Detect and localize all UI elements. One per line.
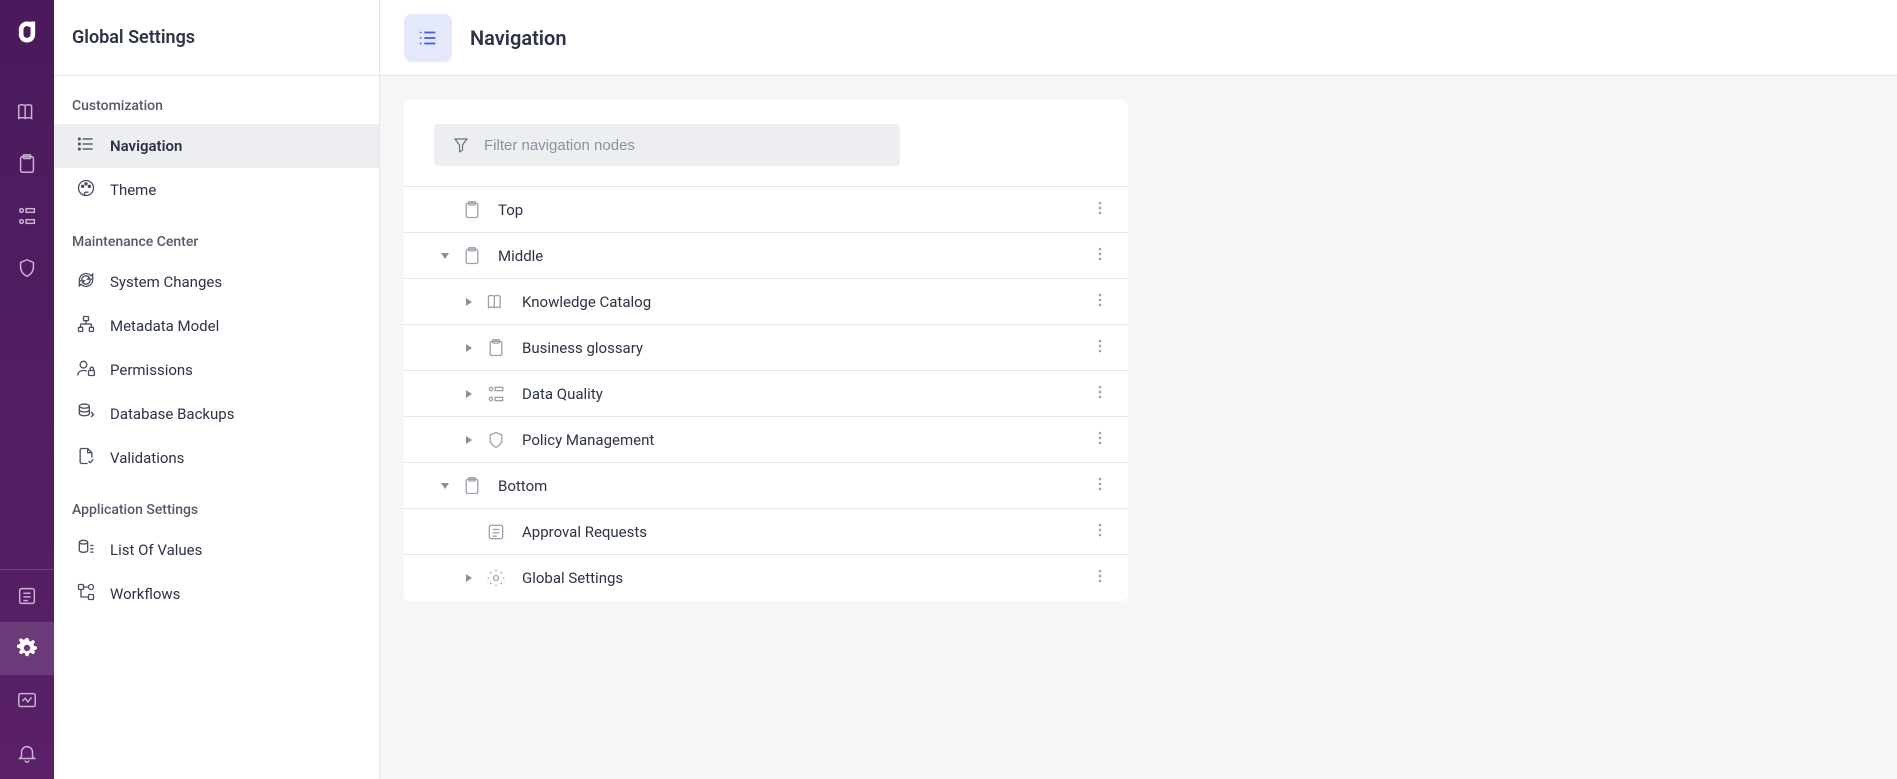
more-actions-icon[interactable]	[1092, 338, 1108, 358]
filter-input[interactable]	[484, 137, 882, 154]
tree-row[interactable]: Business glossary	[404, 325, 1128, 371]
page-icon	[460, 200, 484, 220]
sidebar-item-label: Database Backups	[110, 405, 234, 423]
sidebar-item-label: List Of Values	[110, 541, 202, 559]
tree-label: Knowledge Catalog	[522, 293, 651, 311]
more-actions-icon[interactable]	[1092, 246, 1108, 266]
tree-row[interactable]: Knowledge Catalog	[404, 279, 1128, 325]
sidebar-item-label: Metadata Model	[110, 317, 219, 335]
database-icon	[76, 402, 96, 426]
tree-label: Business glossary	[522, 339, 643, 357]
sidebar-item-validations[interactable]: Validations	[54, 436, 379, 480]
more-actions-icon[interactable]	[1092, 430, 1108, 450]
tree-toggle-icon[interactable]	[436, 481, 454, 491]
sidebar-item-workflows[interactable]: Workflows	[54, 572, 379, 616]
settings-sidebar: Global Settings Customization Navigation T…	[54, 0, 380, 779]
sidebar-item-navigation[interactable]: Navigation	[54, 124, 379, 168]
sidebar-item-theme[interactable]: Theme	[54, 168, 379, 212]
db-list-icon	[76, 538, 96, 562]
more-actions-icon[interactable]	[1092, 476, 1108, 496]
icon-rail	[0, 0, 54, 779]
page-icon	[460, 246, 484, 266]
sidebar-item-label: Validations	[110, 449, 184, 467]
page-icon	[460, 476, 484, 496]
section-title: Application Settings	[54, 480, 379, 528]
tree-label: Approval Requests	[522, 523, 647, 541]
rail-book-icon[interactable]	[0, 86, 54, 138]
section-title: Customization	[54, 76, 379, 124]
page-title: Navigation	[470, 26, 566, 50]
sitemap-icon	[76, 314, 96, 338]
palette-icon	[76, 178, 96, 202]
refresh-icon	[76, 270, 96, 294]
main-content: Navigation Top Middle Knowledge Catalog Bus…	[380, 0, 1897, 779]
more-actions-icon[interactable]	[1092, 384, 1108, 404]
tree-row[interactable]: Global Settings	[404, 555, 1128, 601]
sidebar-item-database-backups[interactable]: Database Backups	[54, 392, 379, 436]
tree-label: Bottom	[498, 477, 547, 495]
tree-toggle-icon[interactable]	[460, 389, 478, 399]
tree-toggle-icon[interactable]	[460, 343, 478, 353]
list-box-icon	[484, 522, 508, 542]
rail-list-icon[interactable]	[0, 570, 54, 622]
book-icon	[484, 292, 508, 312]
tree-toggle-icon[interactable]	[436, 251, 454, 261]
sidebar-item-label: System Changes	[110, 273, 222, 291]
rail-data-quality-icon[interactable]	[0, 190, 54, 242]
user-lock-icon	[76, 358, 96, 382]
sidebar-item-system-changes[interactable]: System Changes	[54, 260, 379, 304]
navigation-tree: Top Middle Knowledge Catalog Business gloss…	[404, 186, 1128, 601]
page-icon	[484, 338, 508, 358]
rail-monitor-icon[interactable]	[0, 675, 54, 727]
tree-row[interactable]: Approval Requests	[404, 509, 1128, 555]
tree-label: Top	[498, 201, 523, 219]
rail-bell-icon[interactable]	[0, 727, 54, 779]
more-actions-icon[interactable]	[1092, 200, 1108, 220]
rail-shield-icon[interactable]	[0, 242, 54, 294]
sidebar-item-label: Permissions	[110, 361, 193, 379]
more-actions-icon[interactable]	[1092, 292, 1108, 312]
more-actions-icon[interactable]	[1092, 568, 1108, 588]
tree-label: Middle	[498, 247, 543, 265]
section-title: Maintenance Center	[54, 212, 379, 260]
file-check-icon	[76, 446, 96, 470]
rail-clipboard-icon[interactable]	[0, 138, 54, 190]
sidebar-item-label: Navigation	[110, 137, 182, 155]
tree-toggle-icon[interactable]	[460, 573, 478, 583]
sidebar-item-label: Theme	[110, 181, 156, 199]
tree-toggle-icon[interactable]	[460, 435, 478, 445]
tree-label: Global Settings	[522, 569, 623, 587]
filter-box[interactable]	[434, 124, 900, 166]
tree-toggle-icon[interactable]	[460, 297, 478, 307]
sidebar-item-label: Workflows	[110, 585, 180, 603]
tree-label: Data Quality	[522, 385, 603, 403]
filter-icon	[452, 136, 470, 154]
tree-row[interactable]: Data Quality	[404, 371, 1128, 417]
workflow-icon	[76, 582, 96, 606]
sidebar-item-permissions[interactable]: Permissions	[54, 348, 379, 392]
navigation-header-icon	[404, 14, 452, 62]
sidebar-item-metadata-model[interactable]: Metadata Model	[54, 304, 379, 348]
navigation-panel: Top Middle Knowledge Catalog Business gloss…	[404, 100, 1128, 601]
main-header: Navigation	[380, 0, 1897, 76]
shield-icon	[484, 430, 508, 450]
tree-label: Policy Management	[522, 431, 654, 449]
tree-row[interactable]: Top	[404, 187, 1128, 233]
list-icon	[76, 134, 96, 158]
tree-row[interactable]: Policy Management	[404, 417, 1128, 463]
tree-row[interactable]: Bottom	[404, 463, 1128, 509]
rail-settings-icon[interactable]	[0, 622, 54, 674]
logo	[13, 18, 41, 46]
more-actions-icon[interactable]	[1092, 522, 1108, 542]
quality-icon	[484, 384, 508, 404]
tree-row[interactable]: Middle	[404, 233, 1128, 279]
sidebar-item-list-of-values[interactable]: List Of Values	[54, 528, 379, 572]
gear-icon	[484, 568, 508, 588]
settings-sidebar-title: Global Settings	[54, 0, 379, 76]
